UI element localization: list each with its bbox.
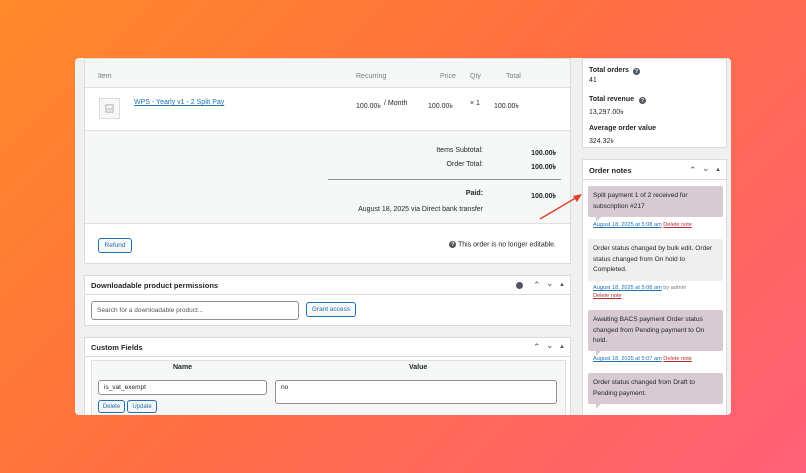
item-total: 100.00৳ (494, 103, 519, 110)
meta-value-textarea[interactable]: no (275, 380, 557, 404)
col-qty: Qty (470, 73, 481, 80)
move-down-icon[interactable]: ⌄ (546, 341, 554, 350)
order-total-value: 100.00৳ (531, 164, 556, 171)
total-orders-value: 41 (589, 77, 597, 84)
note-meta: Delete note (593, 293, 622, 299)
grant-access-button[interactable]: Grant access (306, 302, 356, 317)
order-notes-title: Order notes (589, 166, 632, 175)
delete-note-link[interactable]: Delete note (593, 293, 622, 299)
order-edit-screen: Item Recurring Price Qty Total WPS - Yea… (75, 58, 731, 415)
meta-key-input[interactable]: is_vat_exempt (98, 380, 267, 395)
total-orders-label: Total orders (589, 67, 629, 74)
downloads-panel: Downloadable product permissions ⌃ ⌄ ▲ S… (84, 275, 571, 326)
not-editable-text: This order is no longer editable. (457, 241, 556, 249)
downloads-title: Downloadable product permissions (91, 281, 219, 290)
item-price: 100.00৳ (428, 103, 453, 110)
recurring-period: / Month (384, 100, 408, 107)
toggle-panel-icon[interactable]: ▲ (559, 343, 565, 352)
col-value: Value (409, 364, 428, 371)
custom-fields-panel: Custom Fields ⌃ ⌄ ▲ Name Value is_vat_ex… (84, 337, 571, 415)
meta-key-value: is_vat_exempt (104, 384, 146, 391)
help-icon[interactable] (516, 282, 523, 289)
items-header-row (85, 59, 570, 88)
move-up-icon[interactable]: ⌃ (689, 166, 697, 175)
avg-order-label: Average order value (589, 125, 657, 132)
order-note: Order status changed from Draft to Pendi… (588, 373, 723, 409)
recurring-amount: 100.00৳ (356, 103, 381, 110)
toggle-panel-icon[interactable]: ▲ (715, 166, 721, 175)
note-meta: August 18, 2025 at 5:08 am Delete note (593, 222, 692, 228)
total-revenue-label: Total revenue (589, 96, 634, 103)
product-thumbnail (99, 98, 120, 119)
subtotal-value: 100.00৳ (531, 150, 556, 157)
item-qty: × 1 (470, 100, 480, 107)
note-text: Order status changed from Draft to Pendi… (593, 379, 695, 397)
move-up-icon[interactable]: ⌃ (533, 343, 541, 352)
order-note: Order status changed by bulk edit. Order… (588, 239, 723, 286)
toggle-panel-icon[interactable]: ▲ (559, 281, 565, 290)
paid-value: 100.00৳ (531, 193, 556, 200)
update-meta-button[interactable]: Update (127, 400, 157, 413)
totals-divider (328, 179, 561, 180)
move-down-icon[interactable]: ⌄ (702, 164, 710, 173)
delete-meta-button[interactable]: Delete (98, 400, 125, 413)
avg-order-value: 324.32৳ (589, 138, 614, 145)
custom-fields-header (85, 338, 570, 357)
note-author: by admin (663, 285, 686, 291)
customer-stats-panel: Total orders ? 41 Total revenue ? 13,297… (582, 58, 727, 148)
col-total: Total (506, 73, 521, 80)
col-recurring: Recurring (356, 73, 387, 80)
note-date[interactable]: August 18, 2025 at 5:08 am (593, 285, 662, 291)
col-item: Item (98, 73, 112, 80)
image-placeholder-icon (105, 104, 114, 113)
col-price: Price (440, 73, 456, 80)
order-note: Awaiting BACS payment Order status chang… (588, 310, 723, 356)
order-items-panel: Item Recurring Price Qty Total WPS - Yea… (84, 58, 571, 264)
delete-note-link[interactable]: Delete note (663, 356, 692, 362)
download-search-input[interactable]: Search for a downloadable product... (91, 301, 299, 320)
order-total-label: Order Total: (446, 161, 483, 168)
subtotal-label: Items Subtotal: (436, 147, 483, 154)
delete-note-link[interactable]: Delete note (663, 222, 692, 228)
totals-section (85, 130, 570, 224)
help-icon[interactable]: ? (639, 97, 646, 104)
not-editable-notice: ? This order is no longer editable. (449, 241, 556, 248)
custom-fields-title: Custom Fields (91, 343, 143, 352)
note-meta: August 18, 2025 at 5:07 am Delete note (593, 356, 692, 362)
refund-button[interactable]: Refund (98, 238, 132, 253)
note-date[interactable]: August 18, 2025 at 5:08 am (593, 222, 662, 228)
move-down-icon[interactable]: ⌄ (546, 279, 554, 288)
help-icon[interactable]: ? (633, 68, 640, 75)
note-text: Split payment 1 of 2 received for subscr… (593, 192, 688, 210)
download-search-placeholder: Search for a downloadable product... (97, 307, 204, 314)
note-meta: August 18, 2025 at 5:08 am by admin (593, 285, 686, 291)
order-note: Split payment 1 of 2 received for subscr… (588, 186, 723, 222)
paid-note: August 18, 2025 via Direct bank transfer (358, 206, 483, 213)
product-link[interactable]: WPS - Yearly v1 - 2 Split Pay (134, 99, 224, 106)
note-date[interactable]: August 18, 2025 at 5:07 am (593, 356, 662, 362)
total-revenue-value: 13,297.00৳ (589, 109, 624, 116)
col-name: Name (173, 364, 193, 371)
note-text: Order status changed by bulk edit. Order… (593, 245, 713, 273)
move-up-icon[interactable]: ⌃ (533, 281, 541, 290)
note-text: Awaiting BACS payment Order status chang… (593, 316, 705, 344)
order-notes-panel: Order notes ⌃ ⌄ ▲ Split payment 1 of 2 r… (582, 159, 727, 415)
paid-label: Paid: (465, 190, 483, 197)
meta-value-text: no (281, 384, 289, 391)
help-icon: ? (449, 241, 457, 248)
